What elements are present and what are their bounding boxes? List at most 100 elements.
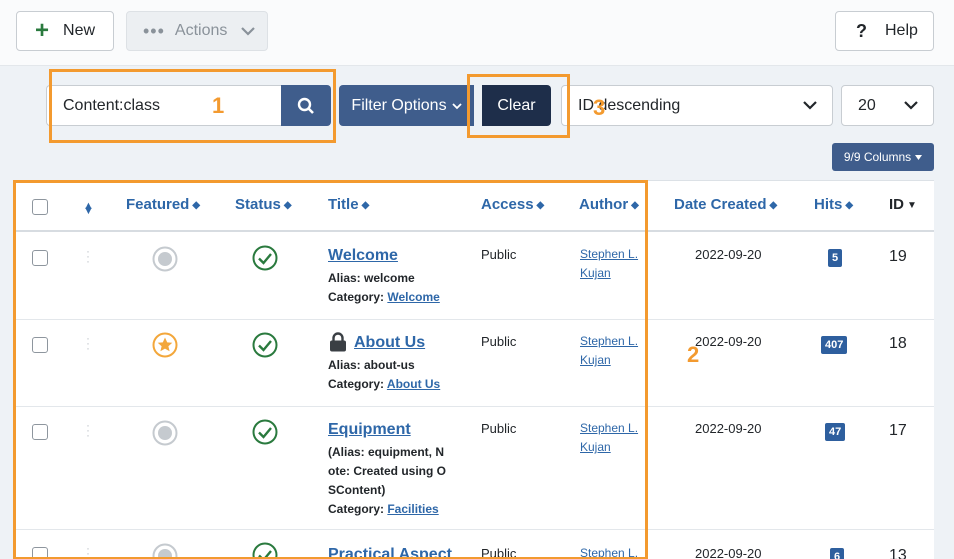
article-title-link[interactable]: Practical Aspect xyxy=(328,546,452,559)
header-id-label: ID xyxy=(889,196,904,213)
header-featured[interactable]: Featured ◆ xyxy=(126,196,200,213)
drag-handle-icon[interactable]: · · · xyxy=(86,332,90,354)
article-alias-line: ote: Created using O xyxy=(328,464,447,478)
drag-handle-icon[interactable]: · · xyxy=(86,542,90,559)
article-title-link[interactable]: About Us xyxy=(354,334,425,352)
chevron-down-icon xyxy=(451,102,462,109)
clear-button[interactable]: Clear xyxy=(482,85,551,126)
header-date-created[interactable]: Date Created ◆ xyxy=(674,196,777,213)
article-alias: Alias: about-us xyxy=(328,358,415,372)
author-first-line: Stephen L. xyxy=(580,421,639,435)
clear-button-label: Clear xyxy=(497,96,536,114)
lock-icon xyxy=(330,332,346,352)
article-meta: Alias: welcome Category: Welcome xyxy=(328,269,440,307)
author-link[interactable]: Stephen L. Kujan xyxy=(580,245,638,283)
published-check-icon[interactable] xyxy=(252,332,278,358)
author-first-line: Stephen L. xyxy=(580,334,639,348)
sort-icon: ◆ xyxy=(361,200,370,211)
article-alias-line: SContent) xyxy=(328,483,386,497)
category-link[interactable]: About Us xyxy=(387,377,440,391)
articles-table: ▲ ▼ Featured ◆ Status ◆ Title ◆ Access ◆ Aut… xyxy=(14,180,934,559)
header-author[interactable]: Author ◆ xyxy=(579,196,639,213)
sort-desc-icon: ▼ xyxy=(907,200,917,211)
search-button[interactable] xyxy=(281,85,331,126)
author-link[interactable]: Stephen L. xyxy=(580,544,638,559)
sort-icon: ◆ xyxy=(845,200,854,211)
table-row: · · Practical Aspect Public Stephen L. 20… xyxy=(14,531,934,559)
select-all-checkbox[interactable] xyxy=(32,199,48,215)
drag-handle-icon[interactable]: · · · xyxy=(86,419,90,441)
access-level: Public xyxy=(481,247,517,262)
actions-button[interactable]: ••• Actions xyxy=(126,11,268,51)
sort-icon: ◆ xyxy=(631,200,639,211)
category-link[interactable]: Facilities xyxy=(387,502,438,516)
toolbar: + New ••• Actions ? Help xyxy=(0,0,954,66)
help-button[interactable]: ? Help xyxy=(835,11,934,51)
article-id: 18 xyxy=(889,335,907,352)
question-icon: ? xyxy=(856,20,867,41)
row-checkbox[interactable] xyxy=(32,547,48,559)
header-title[interactable]: Title ◆ xyxy=(328,196,369,213)
article-category: Category: Welcome xyxy=(328,288,440,307)
published-check-icon[interactable] xyxy=(252,245,278,271)
header-id[interactable]: ID ▼ xyxy=(889,196,917,213)
category-prefix: Category: xyxy=(328,502,388,516)
article-title-link[interactable]: Welcome xyxy=(328,247,398,265)
header-author-label: Author xyxy=(579,196,629,213)
author-link[interactable]: Stephen L. Kujan xyxy=(580,419,638,457)
published-check-icon[interactable] xyxy=(252,419,278,445)
featured-star-icon[interactable] xyxy=(152,332,178,358)
hits-badge: 407 xyxy=(821,336,848,354)
search-input[interactable]: Content:class xyxy=(46,85,282,126)
article-title-link[interactable]: Equipment xyxy=(328,421,411,439)
date-created: 2022-09-20 xyxy=(695,421,762,436)
author-link[interactable]: Stephen L. Kujan xyxy=(580,332,638,370)
header-hits-label: Hits xyxy=(814,196,843,213)
filter-options-button[interactable]: Filter Options xyxy=(339,85,474,126)
sort-icon: ◆ xyxy=(769,200,778,211)
unfeatured-icon[interactable] xyxy=(152,246,178,272)
annotation-label-1: 1 xyxy=(212,93,225,118)
header-access[interactable]: Access ◆ xyxy=(481,196,544,213)
date-created: 2022-09-20 xyxy=(695,247,762,262)
category-link[interactable]: Welcome xyxy=(387,290,439,304)
category-prefix: Category: xyxy=(328,290,388,304)
unfeatured-icon[interactable] xyxy=(152,543,178,559)
row-checkbox[interactable] xyxy=(32,424,48,440)
unfeatured-icon[interactable] xyxy=(152,420,178,446)
header-date-created-label: Date Created xyxy=(674,196,767,213)
table-row: · · · About Us Alias: about-us Category: A… xyxy=(14,321,934,407)
list-limit-value: 20 xyxy=(858,96,876,114)
header-access-label: Access xyxy=(481,196,534,213)
author-first-line: Stephen L. xyxy=(580,546,639,559)
sort-icon: ◆ xyxy=(283,200,292,211)
columns-button[interactable]: 9/9 Columns xyxy=(832,143,934,171)
table-row: · · · Equipment (Alias: equipment, N ote: … xyxy=(14,408,934,530)
published-check-icon[interactable] xyxy=(252,542,278,559)
header-status[interactable]: Status ◆ xyxy=(235,196,292,213)
header-featured-label: Featured xyxy=(126,196,190,213)
ordering-sort-down-icon: ▼ xyxy=(83,205,94,217)
drag-handle-icon[interactable]: · · · xyxy=(86,245,90,267)
access-level: Public xyxy=(481,421,517,436)
article-category: Category: About Us xyxy=(328,375,440,394)
new-button[interactable]: + New xyxy=(16,11,114,51)
sort-icon: ◆ xyxy=(192,200,201,211)
row-checkbox[interactable] xyxy=(32,337,48,353)
article-alias: Alias: welcome xyxy=(328,271,415,285)
author-second-line: Kujan xyxy=(580,353,611,367)
list-limit-select[interactable]: 20 xyxy=(841,85,934,126)
hits-badge: 5 xyxy=(828,249,843,267)
filter-options-label: Filter Options xyxy=(351,96,447,114)
row-checkbox[interactable] xyxy=(32,250,48,266)
article-id: 13 xyxy=(889,547,907,559)
plus-icon: + xyxy=(35,17,50,44)
access-level: Public xyxy=(481,546,517,559)
table-row: · · · Welcome Alias: welcome Category: Wel… xyxy=(14,234,934,320)
article-meta: Alias: about-us Category: About Us xyxy=(328,356,440,394)
hits-badge: 6 xyxy=(830,548,845,559)
search-icon xyxy=(297,97,314,114)
header-hits[interactable]: Hits ◆ xyxy=(814,196,853,213)
hits-badge: 47 xyxy=(825,423,846,441)
search-input-value: Content:class xyxy=(63,96,160,114)
